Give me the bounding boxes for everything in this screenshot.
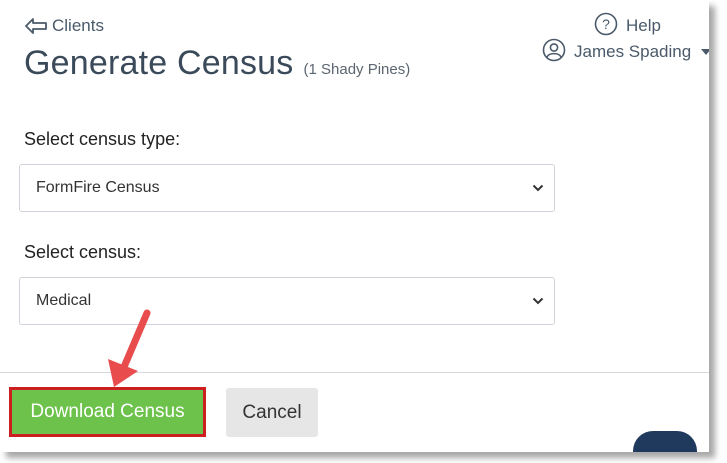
user-name: James Spading <box>574 42 692 61</box>
census-type-select[interactable]: FormFire Census <box>19 164 555 212</box>
help-icon: ? <box>594 12 618 41</box>
user-menu[interactable]: James Spading <box>542 38 709 67</box>
census-value: Medical <box>36 292 92 309</box>
page-subtitle: (1 Shady Pines) <box>303 61 411 78</box>
help-label: Help <box>626 16 661 35</box>
chevron-down-icon <box>532 179 544 197</box>
back-to-clients-link[interactable]: Clients <box>24 15 104 37</box>
census-type-label: Select census type: <box>24 129 181 149</box>
page-title: Generate Census <box>24 44 294 82</box>
cancel-button[interactable]: Cancel <box>226 388 318 437</box>
back-link-label: Clients <box>52 16 104 35</box>
census-label: Select census: <box>24 242 142 262</box>
annotation-arrow-icon <box>100 305 160 395</box>
page: Clients Generate Census (1 Shady Pines) … <box>0 0 709 452</box>
help-link[interactable]: ? Help <box>594 12 661 41</box>
back-arrow-icon <box>24 17 48 35</box>
chevron-down-icon <box>532 292 544 310</box>
title-row: Generate Census (1 Shady Pines) <box>24 44 410 83</box>
user-avatar-icon <box>542 38 566 67</box>
chat-widget-button[interactable] <box>633 431 697 452</box>
chevron-down-icon <box>701 49 709 55</box>
svg-text:?: ? <box>602 16 610 32</box>
census-type-value: FormFire Census <box>36 179 160 196</box>
